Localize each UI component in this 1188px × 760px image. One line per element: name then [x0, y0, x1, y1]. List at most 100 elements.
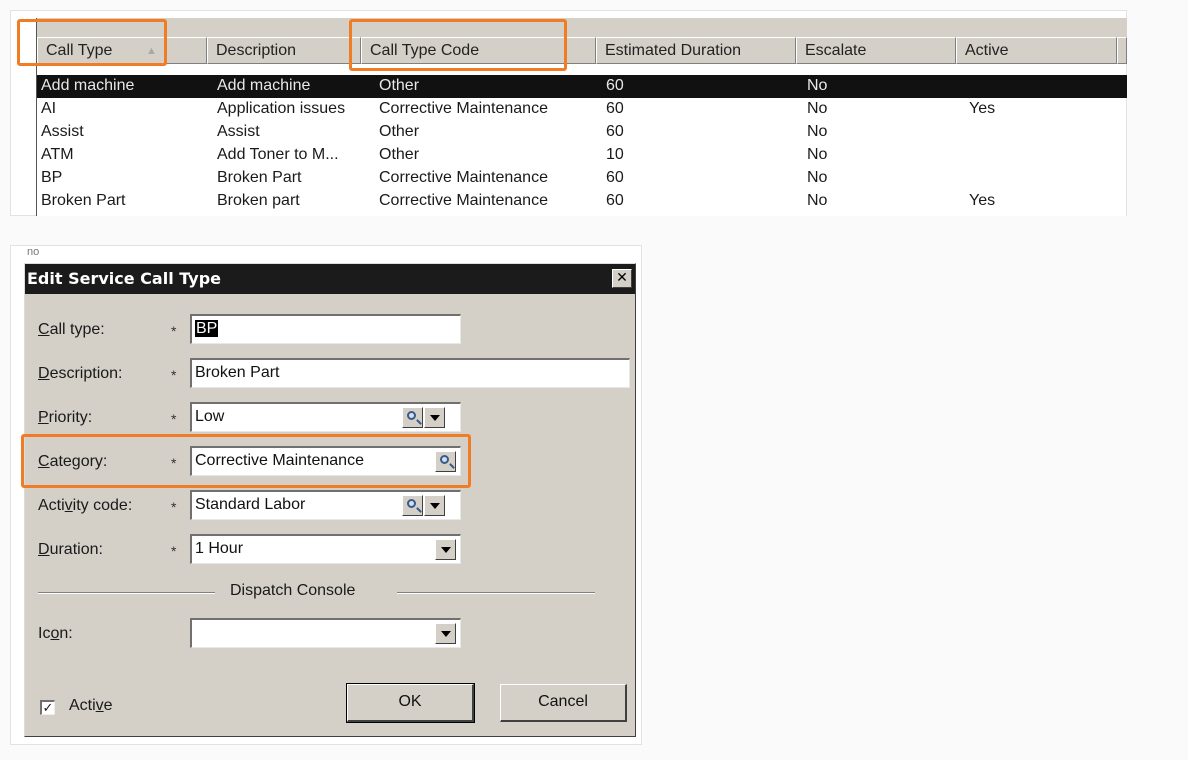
cell-escalate: No — [807, 146, 828, 163]
call-type-list-panel: Call Type ▲ Description Call Type Code E… — [10, 10, 1127, 216]
cell-description: Add Toner to M... — [217, 146, 339, 163]
activity-code-label: Activity code: — [38, 497, 133, 514]
icon-label: Icon: — [38, 625, 73, 642]
activity-code-lookup-button[interactable] — [402, 495, 423, 516]
group-divider-right — [397, 592, 595, 594]
cell-call-type: BP — [41, 169, 63, 186]
cell-escalate: No — [807, 169, 828, 186]
description-value: Broken Part — [195, 364, 280, 381]
activity-code-field[interactable]: Standard Labor — [190, 490, 461, 520]
column-header-escalate[interactable]: Escalate — [796, 37, 956, 64]
chevron-down-icon — [430, 415, 440, 421]
background-text-fragment: no — [27, 246, 40, 258]
column-header-description[interactable]: Description — [207, 37, 361, 64]
cell-description: Broken part — [217, 192, 300, 209]
column-header-estimated-duration[interactable]: Estimated Duration — [596, 37, 796, 64]
call-type-list[interactable]: Call Type ▲ Description Call Type Code E… — [36, 18, 1127, 216]
table-row[interactable]: Add machine Add machine Other 60 No — [37, 75, 1127, 98]
chevron-down-icon — [441, 631, 451, 637]
table-row[interactable]: Assist Assist Other 60 No — [37, 121, 1127, 144]
cell-escalate: No — [807, 123, 828, 140]
list-header: Call Type ▲ Description Call Type Code E… — [37, 37, 1127, 64]
column-header-call-type[interactable]: Call Type ▲ — [37, 37, 207, 64]
cell-escalate: No — [807, 192, 828, 209]
description-field[interactable]: Broken Part — [190, 358, 630, 388]
priority-label: Priority: — [38, 409, 93, 426]
call-type-label: Call type: — [38, 321, 105, 338]
cell-call-type-code: Other — [379, 146, 420, 163]
ok-button-label: OK — [398, 693, 422, 710]
category-value: Corrective Maintenance — [195, 452, 364, 469]
category-field[interactable]: Corrective Maintenance — [190, 446, 461, 476]
edit-service-call-type-dialog: Edit Service Call Type ✕ Call type: * BP… — [24, 263, 636, 737]
cell-escalate: No — [807, 77, 828, 94]
cell-call-type: Assist — [41, 123, 84, 140]
cell-call-type: ATM — [41, 146, 74, 163]
description-label: Description: — [38, 365, 123, 382]
table-row[interactable]: BP Broken Part Corrective Maintenance 60… — [37, 167, 1127, 190]
cell-call-type-code: Other — [379, 77, 420, 94]
table-row[interactable]: AI Application issues Corrective Mainten… — [37, 98, 1127, 121]
priority-field[interactable]: Low — [190, 402, 461, 432]
cell-active: Yes — [969, 100, 996, 117]
category-label: Category: — [38, 453, 108, 470]
table-row[interactable]: ATM Add Toner to M... Other 10 No — [37, 144, 1127, 167]
cell-estimated-duration: 10 — [606, 146, 624, 163]
table-row[interactable]: Broken Part Broken part Corrective Maint… — [37, 190, 1127, 213]
ok-button[interactable]: OK — [346, 683, 475, 723]
column-header-label: Call Type — [46, 42, 113, 59]
call-type-field[interactable]: BP — [190, 314, 461, 344]
icon-dropdown-button[interactable] — [435, 623, 456, 644]
cell-escalate: No — [807, 100, 828, 117]
cell-estimated-duration: 60 — [606, 100, 624, 117]
cell-call-type: Add machine — [41, 77, 135, 94]
cell-description: Add machine — [217, 77, 311, 94]
cell-description: Assist — [217, 123, 260, 140]
list-toolbar-strip — [37, 18, 1127, 37]
required-marker: * — [171, 367, 177, 383]
cell-call-type: Broken Part — [41, 192, 126, 209]
column-header-label: Call Type Code — [370, 42, 480, 59]
magnifier-icon — [407, 499, 416, 508]
magnifier-icon — [440, 455, 449, 464]
duration-select[interactable]: 1 Hour — [190, 534, 461, 564]
cell-estimated-duration: 60 — [606, 77, 624, 94]
priority-dropdown-button[interactable] — [424, 407, 445, 428]
cell-call-type: AI — [41, 100, 57, 117]
duration-dropdown-button[interactable] — [435, 539, 456, 560]
close-button[interactable]: ✕ — [612, 269, 632, 288]
column-header-call-type-code[interactable]: Call Type Code — [361, 37, 596, 64]
sort-ascending-icon: ▲ — [146, 45, 157, 57]
magnifier-icon — [407, 411, 416, 420]
close-icon: ✕ — [616, 270, 628, 286]
duration-value: 1 Hour — [195, 540, 244, 557]
cell-estimated-duration: 60 — [606, 123, 624, 140]
cell-call-type-code: Corrective Maintenance — [379, 100, 548, 117]
cell-description: Broken Part — [217, 169, 302, 186]
activity-code-dropdown-button[interactable] — [424, 495, 445, 516]
required-marker: * — [171, 499, 177, 515]
checkmark-icon: ✓ — [42, 700, 54, 715]
cancel-button[interactable]: Cancel — [500, 684, 627, 722]
group-divider-left — [38, 592, 215, 594]
priority-value: Low — [195, 408, 225, 425]
column-header-label: Active — [965, 42, 1009, 59]
dispatch-console-group-label: Dispatch Console — [230, 582, 356, 599]
category-lookup-button[interactable] — [435, 451, 456, 472]
priority-lookup-button[interactable] — [402, 407, 423, 428]
dialog-title: Edit Service Call Type — [27, 269, 221, 288]
dialog-titlebar[interactable]: Edit Service Call Type ✕ — [25, 264, 635, 294]
dialog-screenshot-panel: no Edit Service Call Type ✕ Call type: *… — [10, 245, 642, 745]
active-checkbox-label[interactable]: Active — [69, 697, 113, 715]
cell-active: Yes — [969, 192, 996, 209]
cell-description: Application issues — [217, 100, 346, 117]
required-marker: * — [171, 323, 177, 339]
chevron-down-icon — [441, 547, 451, 553]
column-header-label: Escalate — [805, 42, 867, 59]
activity-code-value: Standard Labor — [195, 496, 306, 513]
column-header-active[interactable]: Active — [956, 37, 1117, 64]
duration-label: Duration: — [38, 541, 103, 558]
icon-select[interactable] — [190, 618, 461, 648]
cell-call-type-code: Corrective Maintenance — [379, 169, 548, 186]
active-checkbox[interactable]: ✓ — [40, 700, 55, 715]
